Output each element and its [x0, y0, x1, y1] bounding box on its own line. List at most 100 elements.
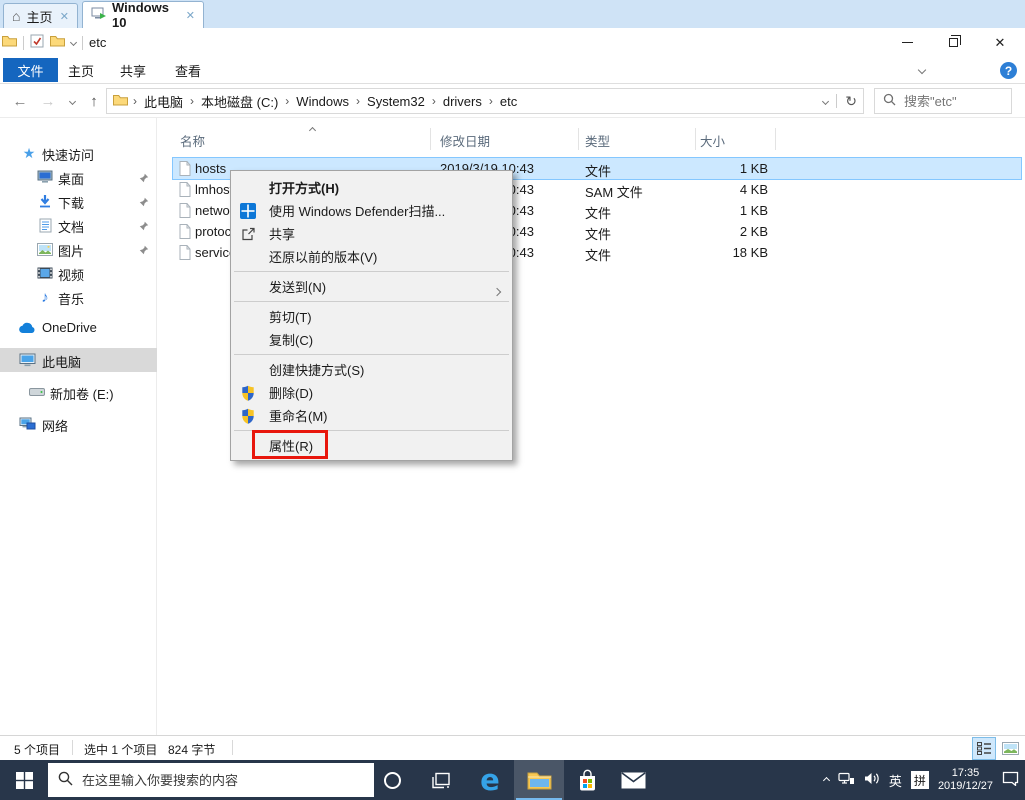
breadcrumb-this-pc[interactable]: 此电脑 — [142, 92, 185, 111]
cortana-button[interactable] — [372, 760, 412, 800]
sidebar-item-documents[interactable]: 文档 — [0, 213, 157, 237]
address-dropdown-chevron-icon[interactable] — [822, 97, 829, 104]
breadcrumb-windows[interactable]: Windows — [294, 94, 351, 109]
pin-icon — [139, 219, 149, 234]
search-icon — [58, 771, 73, 789]
sidebar-item-onedrive[interactable]: OneDrive — [0, 316, 157, 340]
recent-locations-chevron-icon[interactable] — [60, 84, 84, 118]
taskbar: e 英 拼 17:35 2019/12/27 — [0, 760, 1025, 800]
help-button[interactable]: ? — [1000, 62, 1017, 79]
clock[interactable]: 17:35 2019/12/27 — [938, 767, 993, 793]
menu-item-share[interactable]: 共享 — [231, 222, 512, 245]
start-button[interactable] — [0, 760, 48, 800]
details-view-button[interactable] — [972, 737, 996, 760]
windows-defender-icon — [239, 202, 257, 219]
uac-shield-icon — [239, 384, 257, 401]
task-view-button[interactable] — [418, 760, 462, 800]
home-icon: ⌂ — [12, 8, 20, 24]
refresh-icon[interactable]: ↻ — [845, 93, 857, 110]
sidebar-item-network[interactable]: 网络 — [0, 412, 157, 436]
menu-item-defender-scan[interactable]: 使用 Windows Defender扫描... — [231, 199, 512, 222]
search-input[interactable] — [904, 94, 1003, 109]
ribbon-tab-view[interactable]: 查看 — [175, 58, 201, 82]
navigation-pane: ★ 快速访问 桌面 下载 文档 图片 视频 ♪ 音乐 — [0, 118, 157, 735]
breadcrumb-etc[interactable]: etc — [498, 94, 519, 109]
music-note-icon: ♪ — [36, 289, 54, 305]
windows-logo-icon — [16, 772, 33, 789]
ribbon-bar: 文件 主页 共享 查看 ? — [0, 57, 1025, 84]
ribbon-file-button[interactable]: 文件 — [3, 58, 58, 82]
network-icon — [18, 416, 36, 432]
separator — [836, 94, 837, 108]
qat-customize-chevron-icon[interactable] — [70, 39, 77, 46]
folder-icon — [113, 94, 128, 109]
thumbnail-view-button[interactable] — [998, 737, 1022, 760]
column-header-date[interactable]: 修改日期 — [440, 131, 490, 150]
action-center-icon[interactable] — [1002, 771, 1019, 789]
edge-button[interactable]: e — [466, 760, 514, 800]
taskbar-search-box[interactable] — [48, 763, 374, 797]
menu-item-delete[interactable]: 删除(D) — [231, 381, 512, 404]
sidebar-item-this-pc[interactable]: 此电脑 — [0, 348, 157, 372]
store-icon — [577, 769, 598, 792]
explorer-title-bar: etc ✕ — [0, 28, 1025, 57]
sidebar-item-videos[interactable]: 视频 — [0, 261, 157, 285]
menu-item-rename[interactable]: 重命名(M) — [231, 404, 512, 427]
volume-icon[interactable] — [864, 772, 880, 788]
breadcrumb-system32[interactable]: System32 — [365, 94, 427, 109]
new-folder-qat-icon[interactable] — [50, 35, 65, 50]
sidebar-item-desktop[interactable]: 桌面 — [0, 165, 157, 189]
browser-tab-home[interactable]: ⌂ 主页 ✕ — [3, 3, 78, 28]
ribbon-tab-share[interactable]: 共享 — [120, 58, 146, 82]
address-bar[interactable]: › 此电脑 › 本地磁盘 (C:) › Windows › System32 ›… — [106, 88, 864, 114]
tab-label: 主页 — [26, 7, 52, 26]
video-icon — [36, 265, 54, 281]
ribbon-tab-home[interactable]: 主页 — [68, 58, 94, 82]
network-tray-icon[interactable] — [838, 772, 855, 788]
menu-item-cut[interactable]: 剪切(T) — [231, 305, 512, 328]
menu-item-copy[interactable]: 复制(C) — [231, 328, 512, 351]
desktop-icon — [36, 169, 54, 185]
column-header-type[interactable]: 类型 — [585, 131, 610, 150]
system-tray: 英 拼 17:35 2019/12/27 — [824, 760, 1019, 800]
screen: ⌂ 主页 ✕ Windows 10 ✕ etc ✕ 文件 主页 共享 — [0, 0, 1025, 800]
close-button[interactable]: ✕ — [980, 28, 1020, 57]
sidebar-item-music[interactable]: ♪ 音乐 — [0, 285, 157, 309]
menu-item-send-to[interactable]: 发送到(N) — [231, 275, 512, 298]
close-tab-icon[interactable]: ✕ — [60, 10, 69, 23]
breadcrumb-c-drive[interactable]: 本地磁盘 (C:) — [199, 92, 280, 111]
store-button[interactable] — [564, 760, 610, 800]
ime-language-indicator[interactable]: 英 — [889, 771, 902, 790]
sort-ascending-caret-icon — [310, 122, 315, 136]
breadcrumb-drivers[interactable]: drivers — [441, 94, 484, 109]
column-header-size[interactable]: 大小 — [700, 131, 725, 150]
search-box[interactable] — [874, 88, 1012, 114]
column-header-name[interactable]: 名称 — [180, 131, 205, 150]
drive-icon — [28, 384, 46, 400]
breadcrumb-chevron-icon: › — [190, 94, 194, 108]
forward-button[interactable]: → — [36, 84, 60, 118]
minimize-button[interactable] — [887, 28, 927, 57]
menu-item-restore-versions[interactable]: 还原以前的版本(V) — [231, 245, 512, 268]
up-button[interactable]: ↑ — [82, 84, 106, 118]
browser-tab-windows10[interactable]: Windows 10 ✕ — [82, 1, 204, 28]
pin-icon — [139, 195, 149, 210]
sidebar-item-new-volume-e[interactable]: 新加卷 (E:) — [0, 380, 157, 404]
hidden-icons-chevron-icon[interactable] — [823, 776, 830, 783]
ribbon-collapse-chevron-icon[interactable] — [918, 66, 926, 74]
mail-button[interactable] — [610, 760, 656, 800]
properties-qat-icon[interactable] — [30, 34, 44, 51]
close-tab-icon[interactable]: ✕ — [186, 9, 195, 22]
ime-mode-indicator[interactable]: 拼 — [911, 771, 929, 789]
menu-item-create-shortcut[interactable]: 创建快捷方式(S) — [231, 358, 512, 381]
sidebar-item-downloads[interactable]: 下载 — [0, 189, 157, 213]
sidebar-item-pictures[interactable]: 图片 — [0, 237, 157, 261]
file-icon — [179, 245, 191, 263]
taskbar-search-input[interactable] — [82, 773, 364, 788]
restore-button[interactable] — [933, 28, 973, 57]
quick-access-star-icon: ★ — [20, 145, 38, 161]
menu-item-open-with[interactable]: 打开方式(H) — [231, 176, 512, 199]
back-button[interactable]: ← — [8, 84, 32, 118]
sidebar-item-quick-access[interactable]: ★ 快速访问 — [0, 141, 157, 165]
file-explorer-button[interactable] — [514, 760, 564, 800]
